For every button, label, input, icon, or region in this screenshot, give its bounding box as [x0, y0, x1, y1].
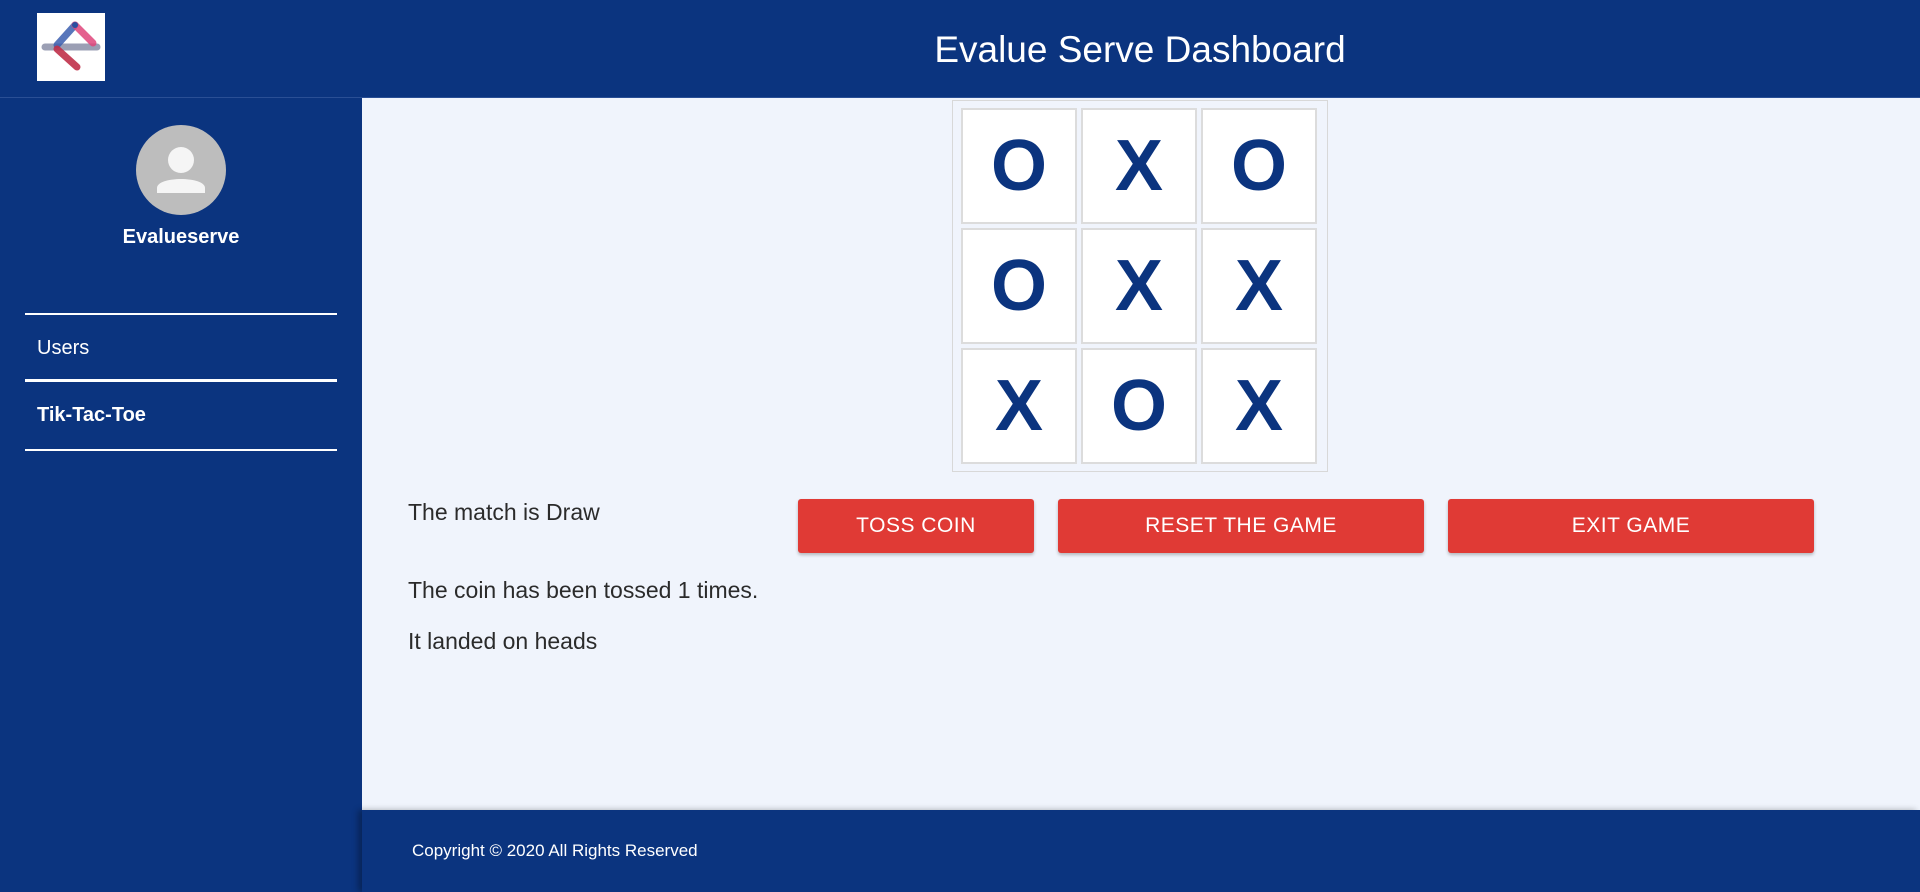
- footer: Copyright © 2020 All Rights Reserved: [362, 810, 1920, 892]
- toss-coin-button[interactable]: TOSS COIN: [798, 499, 1034, 553]
- board-cell[interactable]: X: [961, 348, 1077, 464]
- reset-game-button[interactable]: RESET THE GAME: [1058, 499, 1424, 553]
- main-content: O X O O X X X O X The match is Draw The …: [362, 98, 1920, 810]
- board-cell[interactable]: O: [961, 108, 1077, 224]
- tic-tac-toe-board: O X O O X X X O X: [952, 100, 1328, 472]
- board-cell[interactable]: O: [1201, 108, 1317, 224]
- board-cell[interactable]: X: [1201, 348, 1317, 464]
- board-cell[interactable]: O: [961, 228, 1077, 344]
- board-cell[interactable]: X: [1081, 228, 1197, 344]
- username: Evalueserve: [122, 226, 240, 248]
- sidebar-item-users[interactable]: Users: [25, 313, 337, 382]
- board-cell[interactable]: O: [1081, 348, 1197, 464]
- page-title: Evalue Serve Dashboard: [934, 29, 1346, 70]
- toss-result-text: It landed on heads: [408, 628, 598, 654]
- evalueserve-logo[interactable]: [37, 13, 105, 81]
- sidebar: Evalueserve Users Tik-Tac-Toe: [0, 98, 362, 892]
- toss-count-text: The coin has been tossed 1 times.: [408, 577, 759, 603]
- logo-icon: [41, 21, 101, 71]
- sidebar-nav: Users Tik-Tac-Toe: [25, 313, 337, 451]
- board-cell[interactable]: X: [1201, 228, 1317, 344]
- sidebar-item-tik-tac-toe[interactable]: Tik-Tac-Toe: [25, 382, 337, 451]
- exit-game-button[interactable]: EXIT GAME: [1448, 499, 1814, 553]
- match-result-text: The match is Draw: [408, 499, 600, 525]
- board-cell[interactable]: X: [1081, 108, 1197, 224]
- copyright-text: Copyright © 2020 All Rights Reserved: [412, 841, 698, 860]
- person-icon: [157, 147, 205, 193]
- avatar: [136, 125, 226, 215]
- top-header: Evalue Serve Dashboard: [0, 0, 1920, 98]
